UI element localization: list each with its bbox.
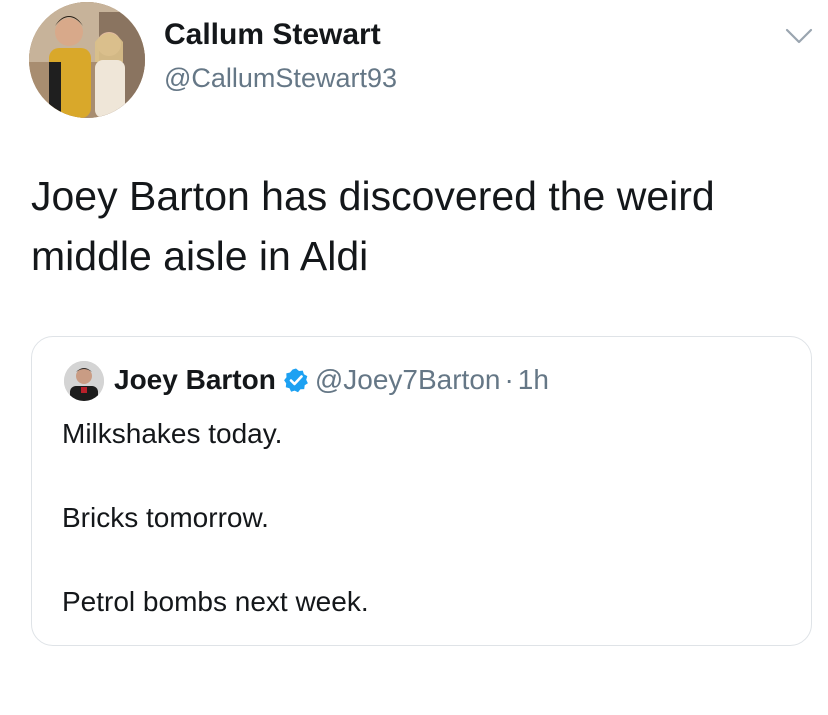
quoted-author-avatar[interactable]	[64, 361, 104, 401]
verified-badge-icon	[283, 367, 309, 393]
author-name[interactable]: Callum Stewart	[164, 18, 381, 52]
quoted-tweet-text: Milkshakes today. Bricks tomorrow. Petro…	[62, 417, 782, 669]
tweet-text: Joey Barton has discovered the weird mid…	[31, 173, 715, 279]
quoted-tweet-card[interactable]: Joey Barton @Joey7Barton · 1h Milkshakes…	[31, 336, 812, 646]
quoted-tweet-header: Joey Barton @Joey7Barton · 1h	[114, 363, 549, 397]
quoted-tweet-time[interactable]: 1h	[518, 363, 549, 397]
quoted-tweet-line: Bricks tomorrow.	[62, 502, 269, 533]
quoted-tweet-line: Petrol bombs next week.	[62, 586, 369, 617]
tweet: Callum Stewart @CallumStewart93 Joey Bar…	[0, 0, 828, 715]
profile-photo-icon	[64, 361, 104, 401]
chevron-down-icon[interactable]	[784, 26, 814, 46]
author-avatar[interactable]	[29, 2, 145, 118]
separator-dot: ·	[504, 364, 514, 395]
quoted-author-name[interactable]: Joey Barton	[114, 363, 276, 397]
author-handle[interactable]: @CallumStewart93	[164, 62, 397, 94]
quoted-author-handle[interactable]: @Joey7Barton	[315, 363, 501, 397]
quoted-tweet-line: Milkshakes today.	[62, 418, 283, 449]
profile-photo-icon	[29, 2, 145, 118]
